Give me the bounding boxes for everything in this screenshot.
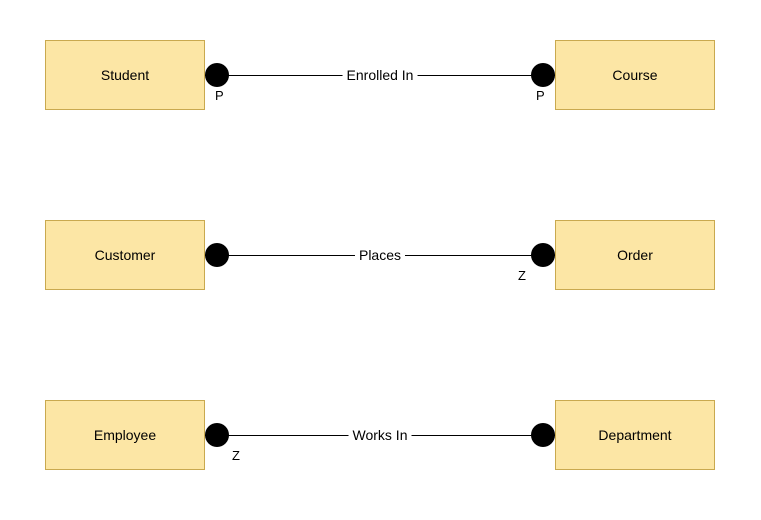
entity-employee-label: Employee (94, 427, 156, 443)
cardinality-label-left: Z (232, 448, 240, 463)
entity-student[interactable]: Student (45, 40, 205, 110)
relation-label-places: Places (355, 247, 405, 263)
cardinality-label-left: P (215, 88, 224, 103)
relation-label-works-in: Works In (349, 427, 412, 443)
cardinality-dot-icon (531, 423, 555, 447)
entity-course-label: Course (612, 67, 657, 83)
cardinality-dot-icon (531, 63, 555, 87)
entity-department[interactable]: Department (555, 400, 715, 470)
entity-employee[interactable]: Employee (45, 400, 205, 470)
cardinality-dot-icon (531, 243, 555, 267)
entity-order[interactable]: Order (555, 220, 715, 290)
cardinality-label-right: Z (518, 268, 526, 283)
entity-department-label: Department (598, 427, 671, 443)
cardinality-label-right: P (536, 88, 545, 103)
relation-label-enrolled-in: Enrolled In (343, 67, 418, 83)
entity-student-label: Student (101, 67, 149, 83)
cardinality-dot-icon (205, 423, 229, 447)
entity-order-label: Order (617, 247, 653, 263)
cardinality-dot-icon (205, 243, 229, 267)
entity-customer-label: Customer (95, 247, 156, 263)
entity-customer[interactable]: Customer (45, 220, 205, 290)
cardinality-dot-icon (205, 63, 229, 87)
entity-course[interactable]: Course (555, 40, 715, 110)
